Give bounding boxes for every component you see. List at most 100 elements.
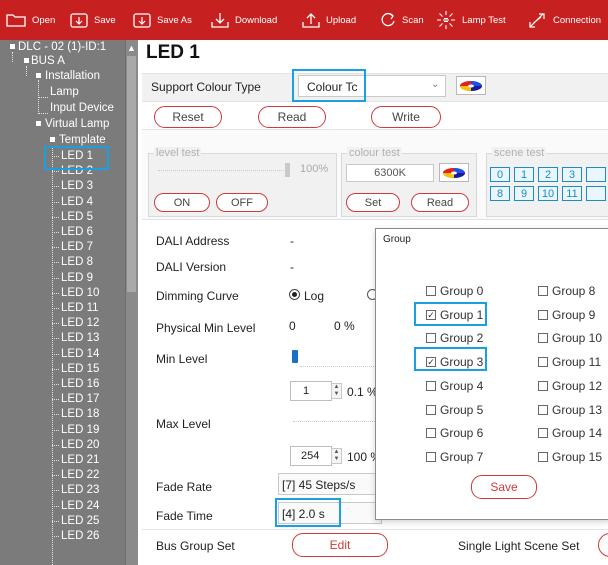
write-button[interactable]: Write [371,106,441,128]
tree-node-virtual-lamp[interactable]: Virtual Lamp [45,118,109,131]
scene-set-edit-button[interactable] [598,533,608,557]
group-save-button[interactable]: Save [471,475,537,499]
tree-node-root[interactable]: DLC - 02 (1)-ID:1 [18,41,106,54]
tree-node-led[interactable]: LED 6 [61,226,93,239]
tree-node-led[interactable]: LED 23 [61,484,99,497]
open-button[interactable]: Open [6,0,55,40]
checkbox-icon[interactable] [538,309,548,320]
scene-button[interactable]: 0 [490,167,510,182]
save-as-button[interactable]: Save As [133,0,192,40]
upload-button[interactable]: Upload [302,0,356,40]
tree-node-led[interactable]: LED 18 [61,408,99,421]
checkbox-icon[interactable] [538,286,548,296]
off-button[interactable]: OFF [216,193,268,212]
group-checkbox-item[interactable]: Group 7 [426,450,483,464]
checkbox-icon[interactable] [538,357,548,368]
colour-read-button[interactable]: Read [411,193,469,212]
max-level-slider-track[interactable] [293,421,377,422]
tree-node-led[interactable]: LED 16 [61,378,99,391]
connection-button[interactable]: Connection [527,0,601,40]
scene-button[interactable]: 3 [562,167,582,182]
tree-node-led[interactable]: LED 24 [61,500,99,513]
checkbox-icon[interactable] [538,428,548,439]
scene-button[interactable] [586,167,606,182]
tree-node-input-device[interactable]: Input Device [50,102,114,115]
colour-picker-button[interactable] [456,76,486,95]
tree-node-lamp[interactable]: Lamp [50,86,79,99]
collapse-icon[interactable] [10,44,15,49]
scene-button[interactable]: 1 [514,167,534,182]
tree-node-led[interactable]: LED 25 [61,515,99,528]
dimming-log-radio[interactable] [289,289,300,300]
tree-node-led[interactable]: LED 8 [61,256,93,269]
read-button[interactable]: Read [258,106,326,128]
checkbox-icon[interactable] [426,380,436,391]
colour-test-picker-button[interactable] [439,163,469,182]
tree-node-led[interactable]: LED 7 [61,241,93,254]
colour-temp-field[interactable]: 6300K [346,164,434,182]
group-checkbox-item[interactable]: Group 10 [538,331,602,345]
tree-node-led[interactable]: LED 4 [61,196,93,209]
scene-button[interactable]: 10 [538,186,558,201]
min-level-stepper[interactable]: ▲ ▼ [331,383,342,399]
collapse-icon[interactable] [36,121,41,126]
scene-button[interactable]: 2 [538,167,558,182]
scene-button[interactable]: 9 [514,186,534,201]
collapse-icon[interactable] [24,58,29,63]
tree-node-led[interactable]: LED 12 [61,317,99,330]
collapse-icon[interactable] [36,73,41,78]
min-level-slider-thumb[interactable] [292,350,298,363]
scroll-up-icon[interactable]: ▲ [127,43,136,53]
level-slider-thumb[interactable] [285,163,290,177]
group-checkbox-item[interactable]: Group 15 [538,450,602,464]
download-button[interactable]: Download [211,0,277,40]
max-level-input[interactable]: 254 [290,446,332,466]
min-level-input[interactable]: 1 [290,381,332,401]
colour-set-button[interactable]: Set [346,193,400,212]
reset-button[interactable]: Reset [154,106,222,128]
group-checkbox-item[interactable]: Group 9 [538,308,595,322]
tree-node-led[interactable]: LED 13 [61,332,99,345]
max-level-stepper[interactable]: ▲ ▼ [331,448,342,464]
scene-button[interactable] [586,186,606,201]
tree-node-led[interactable]: LED 20 [61,439,99,452]
tree-node-bus[interactable]: BUS A [31,55,65,68]
group-checkbox-item[interactable]: Group 13 [538,403,602,417]
group-checkbox-item[interactable]: Group 5 [426,403,483,417]
group-checkbox-item[interactable]: Group 0 [426,284,483,298]
scan-button[interactable]: Scan [380,0,424,40]
save-button[interactable]: Save [70,0,116,40]
tree-node-led[interactable]: LED 15 [61,363,99,376]
checkbox-icon[interactable] [538,451,548,462]
tree-node-led[interactable]: LED 14 [61,348,99,361]
group-checkbox-item[interactable]: Group 8 [538,284,595,298]
scene-button[interactable]: 8 [490,186,510,201]
checkbox-icon[interactable] [426,404,436,415]
tree-node-led[interactable]: LED 9 [61,272,93,285]
checkbox-icon[interactable] [426,428,436,439]
tree-scroll-thumb[interactable] [127,56,136,292]
tree-node-led[interactable]: LED 5 [61,211,93,224]
tree-node-led[interactable]: LED 10 [61,287,99,300]
group-checkbox-item[interactable]: Group 12 [538,379,602,393]
checkbox-icon[interactable] [538,333,548,344]
scene-button[interactable]: 11 [562,186,582,201]
group-checkbox-item[interactable]: Group 2 [426,331,483,345]
on-button[interactable]: ON [154,193,210,212]
lamp-test-button[interactable]: Lamp Test [436,0,506,40]
checkbox-icon[interactable] [538,404,548,415]
checkbox-icon[interactable] [426,333,436,344]
checkbox-icon[interactable] [426,451,436,462]
tree-node-led[interactable]: LED 22 [61,469,99,482]
tree-node-led[interactable]: LED 21 [61,454,99,467]
level-slider-track[interactable] [158,170,286,171]
group-checkbox-item[interactable]: Group 4 [426,379,483,393]
group-checkbox-item[interactable]: Group 14 [538,426,602,440]
tree-node-led[interactable]: LED 3 [61,180,93,193]
group-checkbox-item[interactable]: Group 11 [538,355,601,369]
checkbox-icon[interactable] [426,286,436,296]
group-checkbox-item[interactable]: Group 6 [426,426,483,440]
bus-group-edit-button[interactable]: Edit [292,533,388,557]
tree-node-led[interactable]: LED 26 [61,530,99,543]
tree-node-led[interactable]: LED 11 [61,302,99,315]
